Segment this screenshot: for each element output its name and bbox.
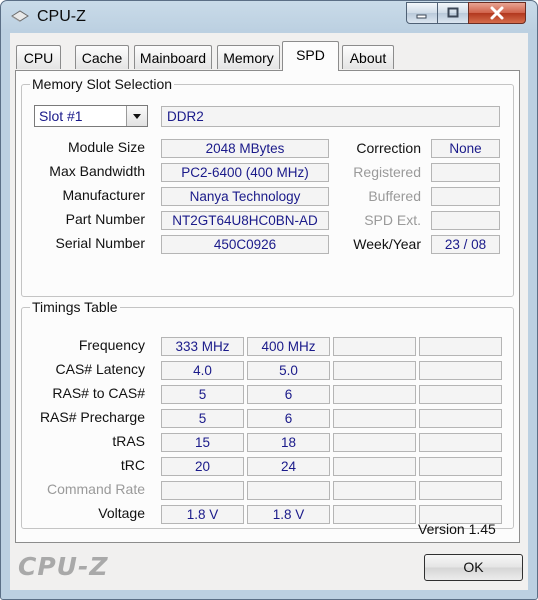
- registered-label: Registered: [353, 164, 421, 180]
- correction-value: None: [431, 139, 500, 158]
- correction-label: Correction: [356, 140, 421, 156]
- memory-slot-selection-group: Memory Slot Selection Slot #1 DDR2 Modul…: [21, 76, 514, 297]
- timing-cell: 6: [247, 409, 330, 428]
- buffered-label: Buffered: [368, 188, 421, 204]
- timing-row-label: Command Rate: [46, 481, 145, 497]
- timing-row-label: RAS# to CAS#: [52, 385, 145, 401]
- timing-cell: 6: [247, 385, 330, 404]
- timing-cell: [333, 457, 416, 476]
- timing-cell: 15: [161, 433, 244, 452]
- tab-about[interactable]: About: [342, 45, 394, 69]
- close-icon: [490, 6, 504, 20]
- week-year-value: 23 / 08: [431, 235, 500, 254]
- timing-cell: [333, 505, 416, 524]
- timing-cell: [419, 433, 502, 452]
- cpuz-brand-logo: CPU-Z: [18, 552, 109, 581]
- manufacturer-value: Nanya Technology: [161, 187, 329, 206]
- timing-cell: [419, 457, 502, 476]
- memory-type-value: DDR2: [161, 106, 500, 127]
- tab-mainboard[interactable]: Mainboard: [134, 45, 212, 69]
- timing-row-label: CAS# Latency: [55, 361, 146, 377]
- timing-cell: [419, 409, 502, 428]
- cpuz-app-icon: [11, 10, 29, 22]
- week-year-label: Week/Year: [353, 236, 421, 252]
- timing-cell: [333, 385, 416, 404]
- maximize-icon: [447, 7, 459, 18]
- version-label: Version 1.45: [418, 521, 496, 537]
- tab-memory[interactable]: Memory: [217, 45, 280, 69]
- spd-ext-value: [431, 211, 500, 230]
- tab-spd[interactable]: SPD: [282, 41, 339, 71]
- timing-row-label: Voltage: [98, 505, 145, 521]
- timing-cell: 5.0: [247, 361, 330, 380]
- minimize-button[interactable]: [406, 2, 438, 24]
- spd-panel: Memory Slot Selection Slot #1 DDR2 Modul…: [15, 70, 520, 543]
- slot-select[interactable]: Slot #1: [34, 105, 148, 127]
- timing-cell: 1.8 V: [247, 505, 330, 524]
- timing-row-label: Frequency: [78, 337, 145, 353]
- timing-cell: [247, 481, 330, 500]
- timing-row-label: tRAS: [112, 433, 145, 449]
- timing-cell: 1.8 V: [161, 505, 244, 524]
- part-number-label: Part Number: [65, 211, 145, 227]
- maximize-button[interactable]: [437, 2, 469, 24]
- timing-cell: 4.0: [161, 361, 244, 380]
- timing-cell: 400 MHz: [247, 337, 330, 356]
- timing-cell: [161, 481, 244, 500]
- timing-cell: [333, 337, 416, 356]
- cpuz-window: CPU-Z CPU Cache Mainboard Memory SPD Abo…: [0, 0, 538, 600]
- timing-row-label: tRC: [120, 457, 145, 473]
- memory-slot-selection-label: Memory Slot Selection: [30, 76, 175, 92]
- timing-cell: 333 MHz: [161, 337, 244, 356]
- timing-cell: [333, 481, 416, 500]
- tab-cpu[interactable]: CPU: [16, 45, 61, 69]
- max-bandwidth-label: Max Bandwidth: [49, 163, 145, 179]
- slot-select-value: Slot #1: [39, 108, 83, 124]
- timing-cell: 24: [247, 457, 330, 476]
- client-area: CPU Cache Mainboard Memory SPD About Mem…: [10, 33, 528, 590]
- minimize-icon: [416, 14, 427, 19]
- buffered-value: [431, 187, 500, 206]
- serial-number-value: 450C0926: [161, 235, 329, 254]
- timing-cell: 18: [247, 433, 330, 452]
- timing-cell: 5: [161, 409, 244, 428]
- spd-ext-label: SPD Ext.: [364, 212, 421, 228]
- timing-cell: [333, 361, 416, 380]
- timings-table-group: Timings Table Frequency 333 MHz 400 MHz CAS…: [21, 299, 514, 529]
- module-size-value: 2048 MBytes: [161, 139, 329, 158]
- ok-button[interactable]: OK: [424, 554, 523, 581]
- timing-cell: [333, 433, 416, 452]
- window-title: CPU-Z: [37, 8, 86, 25]
- timing-cell: [333, 409, 416, 428]
- max-bandwidth-value: PC2-6400 (400 MHz): [161, 163, 329, 182]
- timing-cell: [419, 385, 502, 404]
- timing-cell: [419, 361, 502, 380]
- timing-row-label: RAS# Precharge: [39, 409, 145, 425]
- tab-cache[interactable]: Cache: [75, 45, 129, 69]
- tab-strip: CPU Cache Mainboard Memory SPD About: [10, 41, 528, 71]
- timing-cell: [419, 337, 502, 356]
- timing-cell: [419, 481, 502, 500]
- serial-number-label: Serial Number: [55, 235, 145, 251]
- timing-cell: 20: [161, 457, 244, 476]
- module-size-label: Module Size: [67, 139, 145, 155]
- chevron-down-icon: [133, 114, 141, 119]
- registered-value: [431, 163, 500, 182]
- close-button[interactable]: [468, 2, 526, 24]
- slot-select-dropdown-button[interactable]: [126, 106, 147, 126]
- timings-table-label: Timings Table: [30, 299, 120, 315]
- title-bar[interactable]: CPU-Z: [1, 1, 537, 33]
- timing-cell: 5: [161, 385, 244, 404]
- part-number-value: NT2GT64U8HC0BN-AD: [161, 211, 329, 230]
- manufacturer-label: Manufacturer: [62, 187, 145, 203]
